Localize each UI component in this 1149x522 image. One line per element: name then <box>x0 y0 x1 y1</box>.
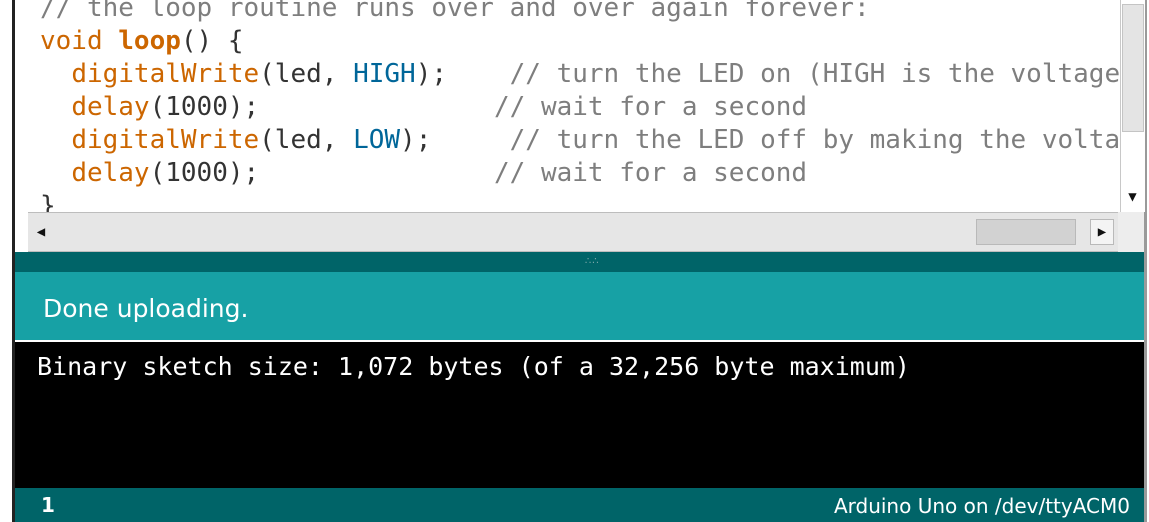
divider-grip-icon[interactable]: ∴∴ <box>585 256 600 267</box>
code-args: (1000); <box>149 92 260 122</box>
code-line-1: // the loop routine runs over and over a… <box>40 0 1120 25</box>
code-line-4: delay(1000); // wait for a second <box>40 91 1120 124</box>
code-editor[interactable]: // the loop routine runs over and over a… <box>28 0 1120 212</box>
scroll-left-arrow-icon[interactable]: ◀ <box>30 221 52 243</box>
code-text[interactable]: // the loop routine runs over and over a… <box>40 0 1120 212</box>
line-number: 1 <box>41 493 55 517</box>
comment-text: // wait for a second <box>493 158 808 188</box>
code-punct: ); <box>415 59 510 89</box>
padding <box>259 158 494 188</box>
code-args: (led, <box>259 59 354 89</box>
code-punct: ); <box>400 125 510 155</box>
function-name-loop: loop <box>118 26 181 56</box>
window-left-edge <box>0 0 12 522</box>
constant-high: HIGH <box>353 59 416 89</box>
status-bar: 1 Arduino Uno on /dev/ttyACM0 <box>15 488 1144 522</box>
pane-divider[interactable]: ∴∴ <box>15 252 1144 272</box>
keyword-void: void <box>40 26 103 56</box>
vertical-scrollbar[interactable]: ▼ <box>1120 0 1145 212</box>
code-args: (1000); <box>149 158 260 188</box>
comment-text: // wait for a second <box>493 92 808 122</box>
code-line-6: delay(1000); // wait for a second <box>40 157 1120 190</box>
horizontal-scroll-thumb[interactable] <box>976 219 1076 245</box>
console-output[interactable]: Binary sketch size: 1,072 bytes (of a 32… <box>15 342 1144 488</box>
comment-text: // turn the LED on (HIGH is the voltage … <box>509 59 1120 89</box>
scroll-right-arrow-icon[interactable]: ▶ <box>1090 219 1114 245</box>
padding <box>259 92 494 122</box>
horizontal-scrollbar[interactable]: ◀ ▶ <box>28 212 1118 252</box>
code-line-7: } <box>40 190 1120 212</box>
code-args: (led, <box>259 125 354 155</box>
message-bar: Done uploading. <box>15 272 1144 342</box>
vertical-scroll-thumb[interactable] <box>1122 4 1144 132</box>
function-call: digitalWrite <box>71 59 260 89</box>
scrollbar-corner <box>1118 212 1144 252</box>
code-punct: } <box>40 191 56 212</box>
function-call: delay <box>71 92 150 122</box>
code-line-5: digitalWrite(led, LOW); // turn the LED … <box>40 124 1120 157</box>
scroll-down-arrow-icon[interactable]: ▼ <box>1121 184 1144 210</box>
board-port-label: Arduino Uno on /dev/ttyACM0 <box>833 494 1130 518</box>
comment-text: // the loop routine runs over and over a… <box>40 0 870 23</box>
function-call: delay <box>71 158 150 188</box>
status-message: Done uploading. <box>43 294 249 323</box>
constant-low: LOW <box>353 125 401 155</box>
function-call: digitalWrite <box>71 125 260 155</box>
comment-text: // turn the LED off by making the voltag… <box>509 125 1120 155</box>
code-punct: () { <box>180 26 244 56</box>
console-text: Binary sketch size: 1,072 bytes (of a 32… <box>37 352 910 381</box>
code-line-2: void loop() { <box>40 25 1120 58</box>
code-line-3: digitalWrite(led, HIGH); // turn the LED… <box>40 58 1120 91</box>
